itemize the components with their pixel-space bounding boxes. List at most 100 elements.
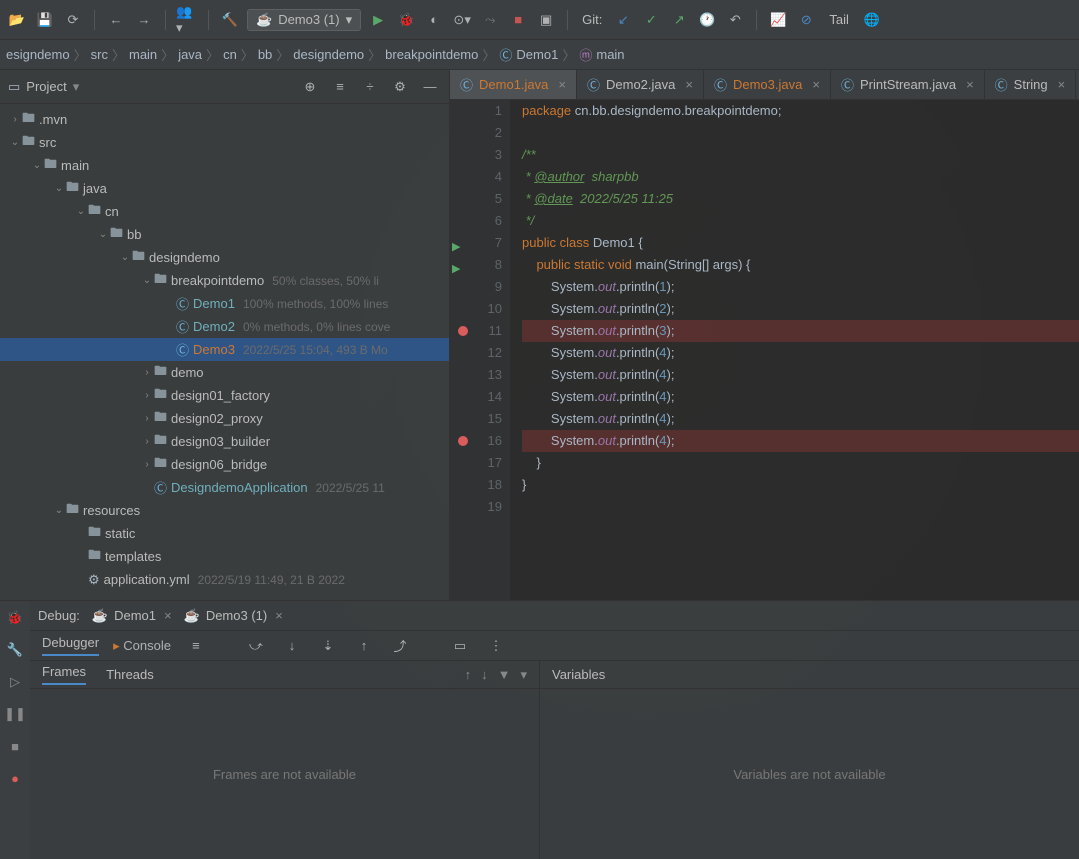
tree-item[interactable]: ⌄🖿java	[0, 177, 449, 200]
tree-item[interactable]: ⌄🖿breakpointdemo50% classes, 50% li	[0, 269, 449, 292]
tree-item[interactable]: ⌄🖿designdemo	[0, 246, 449, 269]
collapse-icon[interactable]: ÷	[359, 76, 381, 98]
resume-icon[interactable]: ▷	[4, 671, 26, 693]
chevron-down-icon[interactable]: ▾	[520, 667, 527, 683]
layout-icon[interactable]: ≡	[185, 635, 207, 657]
target-icon[interactable]: ⊕	[299, 76, 321, 98]
chevron-down-icon[interactable]: ▾	[73, 79, 80, 95]
users-icon[interactable]: 👥▾	[176, 9, 198, 31]
coverage-icon[interactable]: ◐	[423, 9, 445, 31]
tree-item[interactable]: ⚙application.yml2022/5/19 11:49, 21 B 20…	[0, 568, 449, 591]
git-commit-icon[interactable]: ✓	[640, 9, 662, 31]
code-line[interactable]: System.out.println(4);	[522, 430, 1079, 452]
breadcrumb-item[interactable]: esigndemo	[6, 47, 70, 62]
breakpoint-marker[interactable]	[458, 326, 468, 336]
stop-debug-icon[interactable]: ■	[4, 735, 26, 757]
run-icon[interactable]: ▶	[367, 9, 389, 31]
run-gutter-icon[interactable]: ▶	[452, 258, 460, 280]
code-line[interactable]: System.out.println(4);	[522, 386, 1079, 408]
code-line[interactable]: System.out.println(1);	[522, 276, 1079, 298]
close-icon[interactable]: ×	[966, 77, 974, 92]
close-icon[interactable]: ×	[685, 77, 693, 92]
step-into-icon[interactable]: ↓	[281, 635, 303, 657]
chart-icon[interactable]: 📈	[767, 9, 789, 31]
debugger-tab[interactable]: Debugger	[42, 635, 99, 656]
tree-item[interactable]: 🖿static	[0, 522, 449, 545]
code-line[interactable]: /**	[522, 144, 1079, 166]
code-line[interactable]: package cn.bb.designdemo.breakpointdemo;	[522, 100, 1079, 122]
tree-item[interactable]: ›🖿design01_factory	[0, 384, 449, 407]
code-line[interactable]: }	[522, 452, 1079, 474]
git-history-icon[interactable]: 🕐	[696, 9, 718, 31]
tree-item[interactable]: ⒸDemo20% methods, 0% lines cove	[0, 315, 449, 338]
code-line[interactable]: }	[522, 474, 1079, 496]
frames-tab[interactable]: Frames	[42, 664, 86, 685]
pause-icon[interactable]: ❚❚	[4, 703, 26, 725]
tree-item[interactable]: ⒸDemo1100% methods, 100% lines	[0, 292, 449, 315]
step-over-icon[interactable]: ⤻	[245, 635, 267, 657]
breadcrumb-item[interactable]: java	[178, 47, 202, 62]
breadcrumb-item[interactable]: main	[129, 47, 157, 62]
force-step-icon[interactable]: ⇣	[317, 635, 339, 657]
git-pull-icon[interactable]: ↙	[612, 9, 634, 31]
run-config-combo[interactable]: ☕ Demo3 (1) ▾	[247, 9, 361, 31]
tree-item[interactable]: ›🖿.mvn	[0, 108, 449, 131]
tree-item[interactable]: ⒸDesigndemoApplication2022/5/25 11	[0, 476, 449, 499]
tree-item[interactable]: ⒸDemo32022/5/25 15:04, 493 B Mo	[0, 338, 449, 361]
wrench-icon[interactable]: 🔧	[4, 639, 26, 661]
breadcrumb-item[interactable]: ⓜ main	[579, 45, 624, 64]
close-icon[interactable]: ×	[812, 77, 820, 92]
stop-all-icon[interactable]: ▣	[535, 9, 557, 31]
debug-session-2[interactable]: ☕Demo3 (1)×	[184, 608, 283, 624]
code-line[interactable]: public static void main(String[] args) {	[522, 254, 1079, 276]
tree-item[interactable]: ⌄🖿main	[0, 154, 449, 177]
tree-item[interactable]: ›🖿design02_proxy	[0, 407, 449, 430]
code-line[interactable]	[522, 496, 1079, 518]
editor-tab[interactable]: ⒸDemo1.java×	[450, 70, 577, 99]
code-line[interactable]: System.out.println(2);	[522, 298, 1079, 320]
attach-icon[interactable]: ⤳	[479, 9, 501, 31]
block-icon[interactable]: ⊘	[795, 9, 817, 31]
translate-icon[interactable]: 🌐	[861, 9, 883, 31]
expand-icon[interactable]: ≡	[329, 76, 351, 98]
drop-frame-icon[interactable]: ⤴	[389, 635, 411, 657]
tree-item[interactable]: ›🖿demo	[0, 361, 449, 384]
close-icon[interactable]: ×	[558, 77, 566, 92]
breadcrumb-item[interactable]: designdemo	[293, 47, 364, 62]
console-tab[interactable]: ▸ Console	[113, 638, 171, 654]
tree-item[interactable]: 🖿templates	[0, 545, 449, 568]
breadcrumb-item[interactable]: bb	[258, 47, 272, 62]
more-icon[interactable]: ⋮	[485, 635, 507, 657]
filter-icon[interactable]: ▼	[498, 667, 511, 683]
breadcrumb-item[interactable]: src	[91, 47, 108, 62]
run-gutter-icon[interactable]: ▶	[452, 236, 460, 258]
code-line[interactable]: */	[522, 210, 1079, 232]
hammer-icon[interactable]: 🔨	[219, 9, 241, 31]
editor-tab[interactable]: ⒸPrintStream.java×	[831, 70, 985, 99]
debug-icon[interactable]: 🐞	[395, 9, 417, 31]
breadcrumb-item[interactable]: breakpointdemo	[385, 47, 478, 62]
editor-tab[interactable]: ⒸDemo2.java×	[577, 70, 704, 99]
tree-item[interactable]: ›🖿design03_builder	[0, 430, 449, 453]
breakpoint-icon[interactable]: ●	[4, 767, 26, 789]
back-icon[interactable]: ←	[105, 9, 127, 31]
up-icon[interactable]: ↑	[465, 667, 472, 683]
open-icon[interactable]: 📂	[6, 9, 28, 31]
gear-icon[interactable]: ⚙	[389, 76, 411, 98]
breakpoint-marker[interactable]	[458, 436, 468, 446]
breadcrumb-item[interactable]: Ⓒ Demo1	[499, 45, 558, 64]
project-tree[interactable]: ›🖿.mvn⌄🖿src⌄🖿main⌄🖿java⌄🖿cn⌄🖿bb⌄🖿designd…	[0, 104, 449, 600]
tree-item[interactable]: ⌄🖿src	[0, 131, 449, 154]
save-icon[interactable]: 💾	[34, 9, 56, 31]
threads-tab[interactable]: Threads	[106, 667, 154, 682]
close-icon[interactable]: ×	[1058, 77, 1066, 92]
refresh-icon[interactable]: ⟳	[62, 9, 84, 31]
tree-item[interactable]: ⌄🖿resources	[0, 499, 449, 522]
code-line[interactable]: System.out.println(3);	[522, 320, 1079, 342]
tree-item[interactable]: ⌄🖿bb	[0, 223, 449, 246]
debug-bug-icon[interactable]: 🐞	[4, 607, 26, 629]
evaluate-icon[interactable]: ▭	[449, 635, 471, 657]
step-out-icon[interactable]: ↑	[353, 635, 375, 657]
code-line[interactable]: public class Demo1 {	[522, 232, 1079, 254]
forward-icon[interactable]: →	[133, 9, 155, 31]
